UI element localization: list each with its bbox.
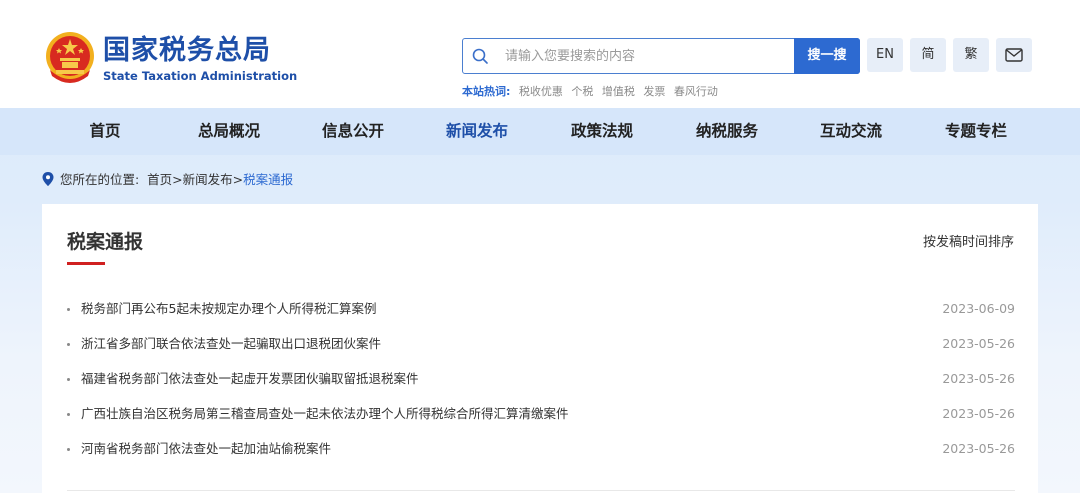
nav-item-news[interactable]: 新闻发布 — [432, 108, 522, 155]
nav-item-overview[interactable]: 总局概况 — [184, 108, 274, 155]
list-item[interactable]: 浙江省多部门联合依法查处一起骗取出口退税团伙案件 2023-05-26 — [67, 333, 1015, 368]
article-date: 2023-05-26 — [942, 336, 1015, 351]
bullet — [67, 448, 70, 451]
article-date: 2023-05-26 — [942, 441, 1015, 456]
search-input[interactable] — [505, 47, 785, 65]
article-title[interactable]: 福建省税务部门依法查处一起虚开发票团伙骗取留抵退税案件 — [81, 368, 419, 390]
nav-item-interaction[interactable]: 互动交流 — [806, 108, 896, 155]
nav-item-special[interactable]: 专题专栏 — [931, 108, 1021, 155]
bullet — [67, 378, 70, 381]
hot-words: 本站热词: 税收优惠 个税 增值税 发票 春风行动 — [462, 84, 718, 100]
nav-item-home[interactable]: 首页 — [60, 108, 150, 155]
breadcrumb: 您所在的位置: 首页>新闻发布>税案通报 — [42, 170, 293, 190]
national-emblem-icon[interactable] — [42, 30, 98, 86]
english-button[interactable]: EN — [867, 38, 903, 72]
hot-word-link[interactable]: 个税 — [571, 85, 593, 98]
bullet — [67, 343, 70, 346]
article-date: 2023-05-26 — [942, 406, 1015, 421]
breadcrumb-prefix: 您所在的位置: — [60, 172, 140, 187]
list-item[interactable]: 河南省税务部门依法查处一起加油站偷税案件 2023-05-26 — [67, 438, 1015, 473]
hot-word-link[interactable]: 发票 — [643, 85, 665, 98]
article-date: 2023-06-09 — [942, 301, 1015, 316]
divider — [67, 490, 1015, 491]
site-header: 国家税务总局 State Taxation Administration 搜一搜… — [0, 0, 1080, 108]
brand-name-en[interactable]: State Taxation Administration — [103, 69, 297, 83]
nav-item-info[interactable]: 信息公开 — [308, 108, 398, 155]
mail-icon — [1005, 48, 1023, 62]
section-title: 税案通报 — [67, 231, 144, 253]
hot-words-label: 本站热词: — [462, 85, 511, 98]
article-title[interactable]: 浙江省多部门联合依法查处一起骗取出口退税团伙案件 — [81, 333, 381, 355]
content-card: 税案通报 按发稿时间排序 税务部门再公布5起未按规定办理个人所得税汇算案例 20… — [42, 204, 1038, 493]
article-list: 税务部门再公布5起未按规定办理个人所得税汇算案例 2023-06-09 浙江省多… — [67, 298, 1015, 473]
nav-item-service[interactable]: 纳税服务 — [682, 108, 772, 155]
breadcrumb-path[interactable]: 首页>新闻发布> — [147, 172, 243, 187]
hot-word-link[interactable]: 增值税 — [602, 85, 635, 98]
main-nav: 首页 总局概况 信息公开 新闻发布 政策法规 纳税服务 互动交流 专题专栏 — [0, 108, 1080, 155]
bullet — [67, 308, 70, 311]
list-item[interactable]: 广西壮族自治区税务局第三稽查局查处一起未依法办理个人所得税综合所得汇算清缴案件 … — [67, 403, 1015, 438]
list-item[interactable]: 福建省税务部门依法查处一起虚开发票团伙骗取留抵退税案件 2023-05-26 — [67, 368, 1015, 403]
article-title[interactable]: 河南省税务部门依法查处一起加油站偷税案件 — [81, 438, 331, 460]
nav-item-policy[interactable]: 政策法规 — [557, 108, 647, 155]
search-icon — [472, 48, 488, 64]
article-date: 2023-05-26 — [942, 371, 1015, 386]
mail-button[interactable] — [996, 38, 1032, 72]
sort-by-date-button[interactable]: 按发稿时间排序 — [923, 234, 1014, 252]
hot-word-link[interactable]: 税收优惠 — [519, 85, 563, 98]
bullet — [67, 413, 70, 416]
article-title[interactable]: 广西壮族自治区税务局第三稽查局查处一起未依法办理个人所得税综合所得汇算清缴案件 — [81, 403, 569, 425]
traditional-chinese-button[interactable]: 繁 — [953, 38, 989, 72]
search-box: 搜一搜 — [462, 38, 860, 74]
brand-name-cn[interactable]: 国家税务总局 — [103, 36, 271, 66]
location-pin-icon — [42, 172, 54, 186]
list-item[interactable]: 税务部门再公布5起未按规定办理个人所得税汇算案例 2023-06-09 — [67, 298, 1015, 333]
simplified-chinese-button[interactable]: 简 — [910, 38, 946, 72]
hot-word-link[interactable]: 春风行动 — [674, 85, 718, 98]
article-title[interactable]: 税务部门再公布5起未按规定办理个人所得税汇算案例 — [81, 298, 376, 320]
title-underline — [67, 262, 105, 265]
search-button[interactable]: 搜一搜 — [794, 38, 860, 74]
breadcrumb-current: 税案通报 — [243, 172, 294, 187]
